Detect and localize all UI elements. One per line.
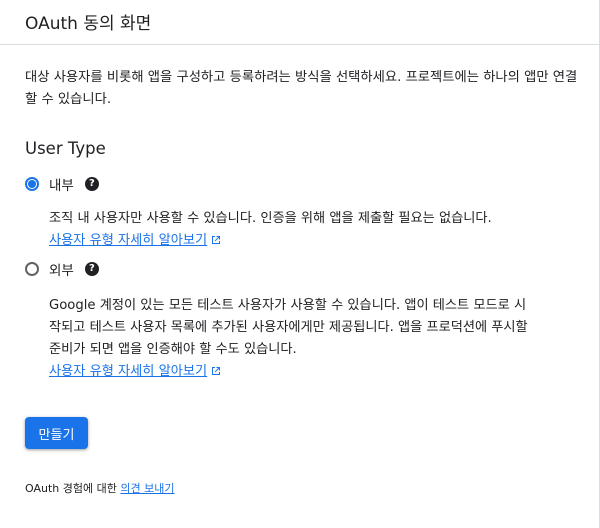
radio-option-external[interactable]: 외부 ?	[25, 258, 99, 280]
radio-selected-dot	[28, 180, 36, 188]
intro-text: 대상 사용자를 비롯해 앱을 구성하고 등록하려는 방식을 선택하세요. 프로젝…	[25, 70, 578, 107]
external-description: Google 계정이 있는 모든 테스트 사용자가 사용할 수 있습니다. 앱이…	[49, 295, 534, 383]
radio-option-internal[interactable]: 내부 ?	[25, 173, 99, 195]
radio-button-external[interactable]	[25, 262, 39, 276]
learn-more-link-text: 사용자 유형 자세히 알아보기	[49, 364, 208, 379]
help-icon[interactable]: ?	[84, 177, 99, 191]
radio-label-external: 외부	[49, 263, 74, 279]
page-header: OAuth 동의 화면	[0, 0, 600, 45]
learn-more-link-internal[interactable]: 사용자 유형 자세히 알아보기	[49, 233, 221, 248]
learn-more-link-text: 사용자 유형 자세히 알아보기	[49, 233, 208, 248]
send-feedback-link[interactable]: 의견 보내기	[120, 482, 174, 495]
help-icon[interactable]: ?	[84, 262, 99, 276]
external-description-text: Google 계정이 있는 모든 테스트 사용자가 사용할 수 있습니다. 앱이…	[49, 298, 528, 357]
external-link-icon	[212, 236, 221, 244]
learn-more-link-external[interactable]: 사용자 유형 자세히 알아보기	[49, 364, 221, 379]
external-link-icon	[212, 367, 221, 375]
create-button[interactable]: 만들기	[25, 417, 88, 449]
user-type-heading: User Type	[25, 139, 106, 158]
page-title: OAuth 동의 화면	[25, 14, 152, 34]
feedback-line: OAuth 경험에 대한 의견 보내기	[25, 480, 174, 496]
internal-description: 조직 내 사용자만 사용할 수 있습니다. 인증을 위해 앱을 제출할 필요는 …	[49, 208, 534, 252]
feedback-prefix: OAuth 경험에 대한	[25, 482, 121, 495]
radio-label-internal: 내부	[49, 178, 74, 194]
radio-button-internal[interactable]	[25, 177, 39, 191]
internal-description-text: 조직 내 사용자만 사용할 수 있습니다. 인증을 위해 앱을 제출할 필요는 …	[49, 211, 492, 226]
